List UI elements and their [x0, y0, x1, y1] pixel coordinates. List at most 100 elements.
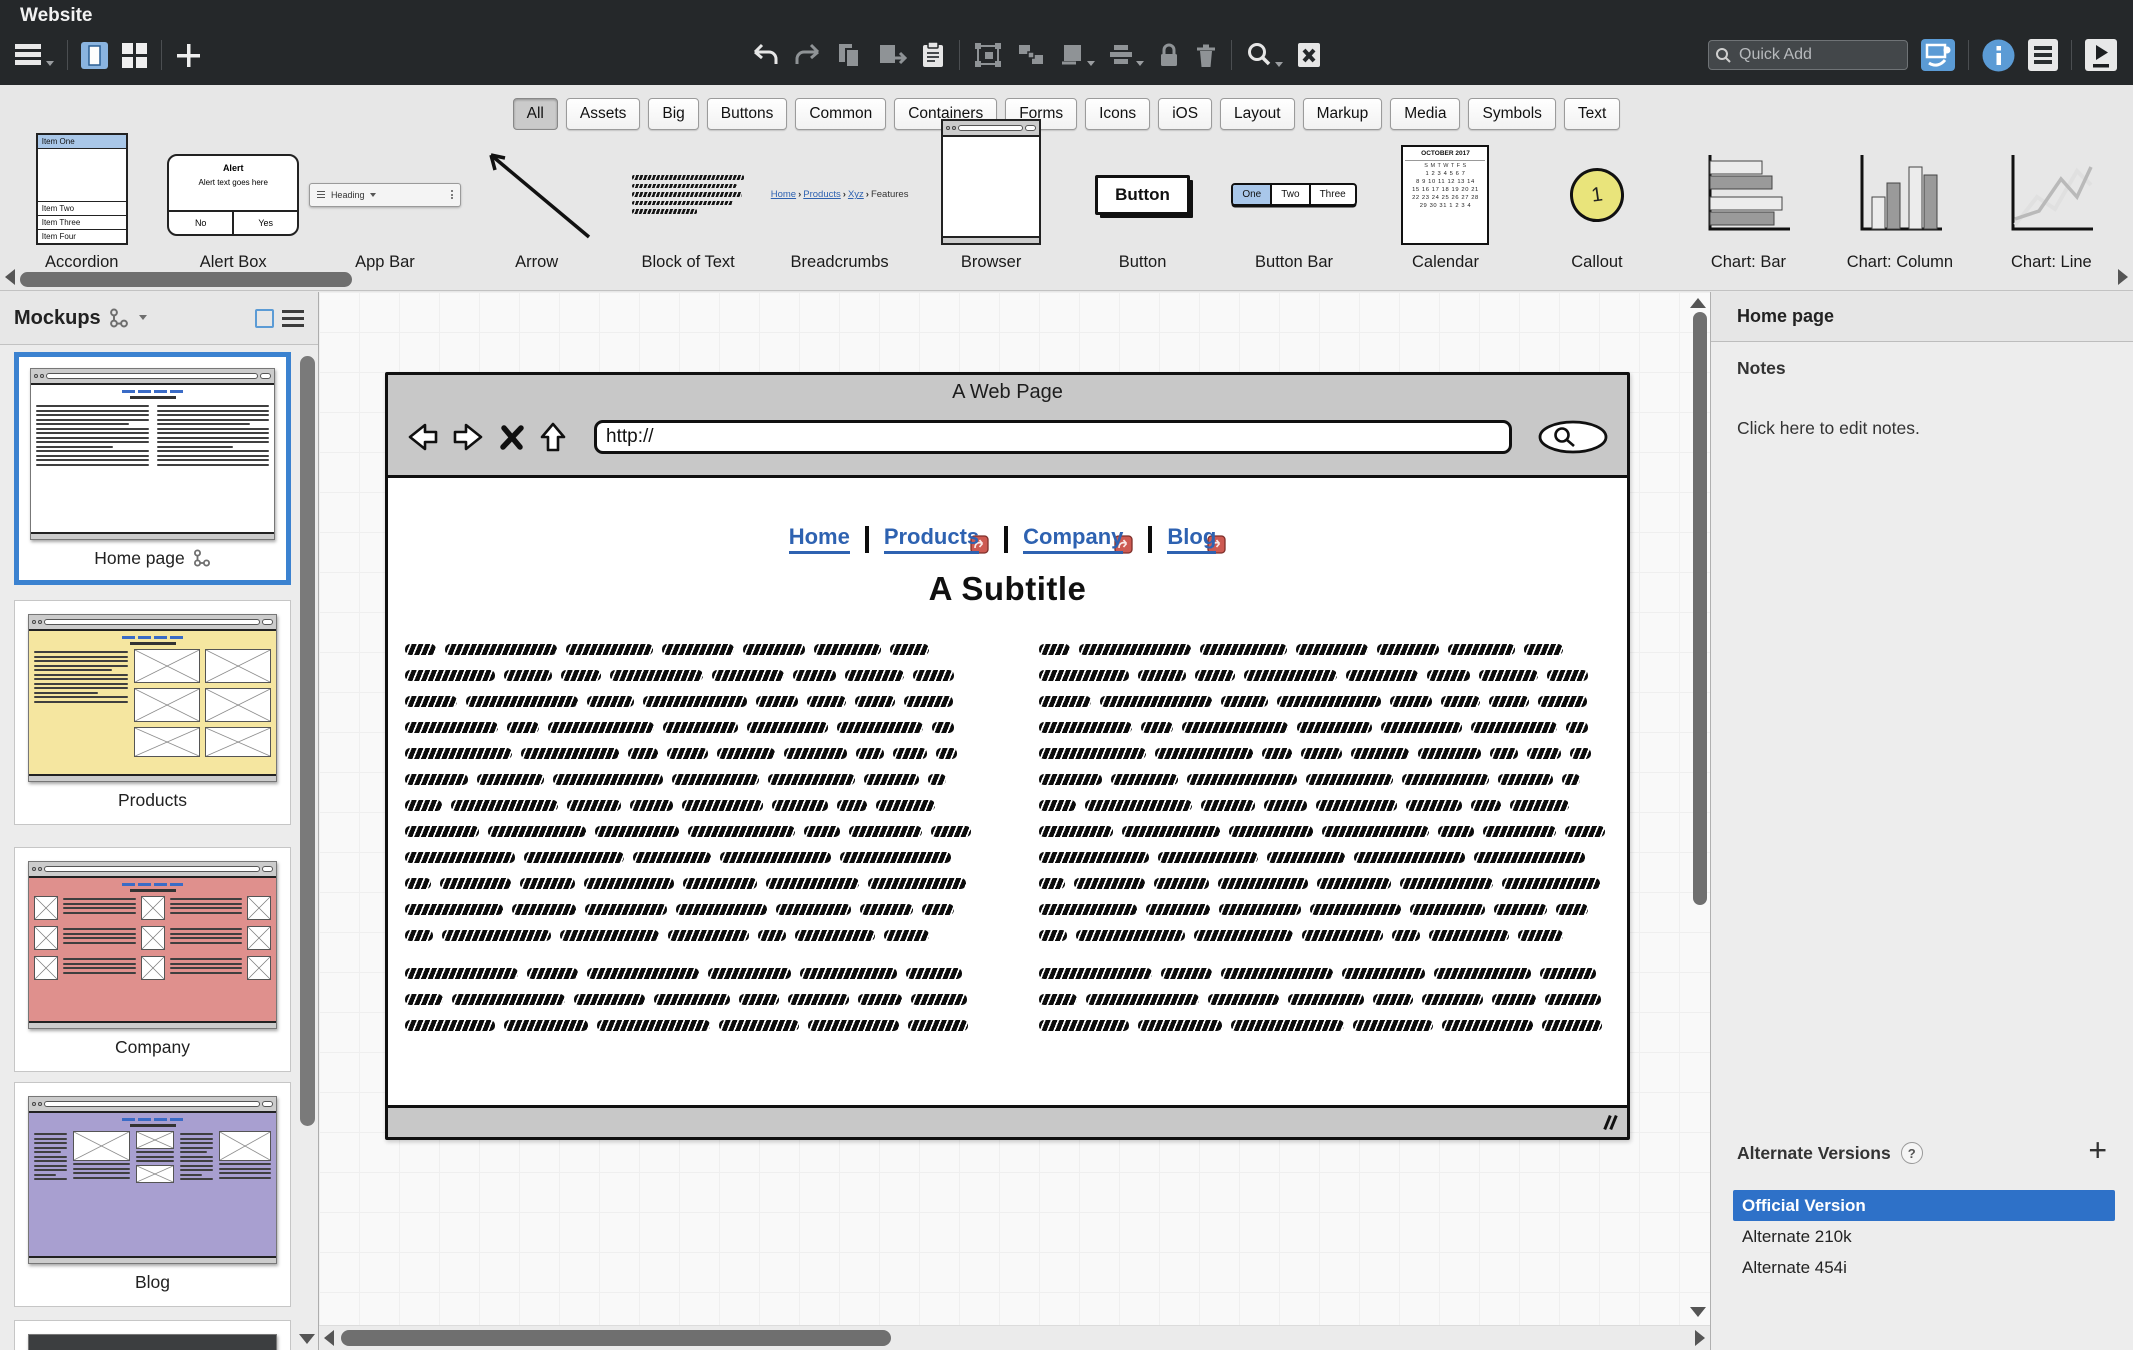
- nav-link-blog[interactable]: Blog: [1167, 524, 1216, 554]
- canvas-scroll-right[interactable]: [1695, 1330, 1705, 1346]
- hierarchy-icon[interactable]: [109, 308, 129, 328]
- paste-icon[interactable]: [920, 41, 946, 69]
- browser-title: A Web Page: [388, 381, 1627, 404]
- add-mockup-icon[interactable]: [175, 42, 202, 69]
- inspector-panel: Home page Notes Click here to edit notes…: [1710, 292, 2133, 1350]
- accordion-row: Item Two: [38, 201, 126, 215]
- library-item-chart-line[interactable]: Chart: Line: [1976, 144, 2127, 272]
- zoom-icon[interactable]: [1245, 41, 1283, 69]
- sidebar-scroll-down[interactable]: [299, 1334, 315, 1344]
- version-item-alt-210k[interactable]: Alternate 210k: [1733, 1221, 2115, 1252]
- mockup-thumb-partial[interactable]: [14, 1320, 291, 1350]
- library-category-tabs: All Assets Big Buttons Common Containers…: [0, 85, 2133, 140]
- notes-panel-icon[interactable]: [2028, 39, 2058, 71]
- thumbnail-view-icon[interactable]: [255, 309, 274, 328]
- app-bar-preview: Heading: [309, 144, 461, 245]
- nav-link-products[interactable]: Products: [884, 524, 979, 554]
- inspector-toggle-icon[interactable]: [1982, 39, 2015, 72]
- tab-layout[interactable]: Layout: [1220, 98, 1295, 130]
- present-icon[interactable]: [2085, 39, 2117, 71]
- canvas-hscrollbar-thumb[interactable]: [341, 1330, 891, 1346]
- tab-media[interactable]: Media: [1390, 98, 1460, 130]
- nav-link-home[interactable]: Home: [789, 524, 850, 554]
- order-icon[interactable]: [1059, 42, 1095, 68]
- library-scroll-right[interactable]: [2118, 269, 2128, 285]
- grid-view-icon[interactable]: [121, 42, 148, 69]
- library-item-callout[interactable]: 1 Callout: [1521, 144, 1672, 272]
- toolbar-separator: [1231, 40, 1232, 70]
- library-item-arrow[interactable]: Arrow: [461, 144, 612, 272]
- ui-library-toggle-icon[interactable]: [1921, 39, 1955, 71]
- mockup-thumb-blog[interactable]: Blog: [14, 1082, 291, 1307]
- canvas-scroll-down[interactable]: [1690, 1307, 1706, 1317]
- notes-edit-prompt[interactable]: Click here to edit notes.: [1737, 418, 1920, 439]
- ungroup-icon[interactable]: [1016, 41, 1046, 69]
- copy-icon[interactable]: [836, 41, 864, 69]
- main-menu-icon[interactable]: [14, 42, 54, 68]
- library-item-chart-bar[interactable]: Chart: Bar: [1673, 144, 1824, 272]
- library-item-app-bar[interactable]: Heading App Bar: [309, 144, 461, 272]
- mockups-sidebar: Mockups Home page: [0, 292, 319, 1350]
- library-scroll-left[interactable]: [5, 269, 15, 285]
- library-item-alert-box[interactable]: Alert Alert text goes here NoYes Alert B…: [157, 144, 308, 272]
- library-item-accordion[interactable]: Item One Item Two Item Three Item Four A…: [6, 144, 157, 272]
- text-block-left[interactable]: [405, 644, 977, 1046]
- canvas-scroll-left[interactable]: [324, 1330, 334, 1346]
- canvas-scroll-up[interactable]: [1690, 298, 1706, 308]
- undo-icon[interactable]: [750, 41, 780, 69]
- back-arrow-icon: [404, 422, 440, 452]
- sidebar-scrollbar-thumb[interactable]: [300, 356, 315, 1126]
- library-item-breadcrumbs[interactable]: Home›Products›Xyz›Features Breadcrumbs: [764, 144, 915, 272]
- add-version-button[interactable]: +: [2088, 1134, 2107, 1166]
- mockup-thumb-products[interactable]: Products: [14, 600, 291, 825]
- mockups-header: Mockups: [0, 292, 318, 345]
- trash-icon[interactable]: [1194, 42, 1218, 69]
- text-block-right[interactable]: [1039, 644, 1611, 1046]
- hierarchy-caret-icon: [139, 315, 147, 320]
- tab-assets[interactable]: Assets: [566, 98, 641, 130]
- nav-links[interactable]: Home Products Company Blog: [388, 524, 1627, 554]
- toolbar-left: [14, 32, 202, 78]
- group-icon[interactable]: [973, 41, 1003, 69]
- toolbar-separator: [959, 40, 960, 70]
- align-icon[interactable]: [1108, 42, 1144, 68]
- tab-buttons[interactable]: Buttons: [707, 98, 788, 130]
- hierarchy-icon[interactable]: [193, 549, 211, 567]
- nav-link-company[interactable]: Company: [1023, 524, 1123, 554]
- forward-arrow-icon: [451, 422, 487, 452]
- calendar-preview: OCTOBER 2017 S M T W T F S 1 2 3 4 5 6 7…: [1401, 144, 1489, 245]
- library-scrollbar-thumb[interactable]: [20, 272, 352, 287]
- help-icon[interactable]: ?: [1901, 1142, 1923, 1164]
- library-item-chart-column[interactable]: Chart: Column: [1824, 144, 1975, 272]
- list-view-icon[interactable]: [282, 310, 304, 327]
- page-subtitle[interactable]: A Subtitle: [388, 570, 1627, 608]
- tab-ios[interactable]: iOS: [1158, 98, 1212, 130]
- tab-symbols[interactable]: Symbols: [1468, 98, 1555, 130]
- tab-icons[interactable]: Icons: [1085, 98, 1150, 130]
- toolbar-separator: [67, 40, 68, 70]
- mockup-thumb-home-page[interactable]: Home page: [14, 352, 291, 585]
- library-item-button[interactable]: Button Button: [1067, 144, 1218, 272]
- mockup-thumb-company[interactable]: Company: [14, 847, 291, 1072]
- lock-icon[interactable]: [1157, 42, 1181, 69]
- redo-icon[interactable]: [793, 41, 823, 69]
- library-item-browser[interactable]: Browser: [915, 144, 1066, 272]
- duplicate-icon[interactable]: [877, 41, 907, 69]
- editor-canvas[interactable]: A Web Page http:// Home Products: [319, 292, 1710, 1350]
- single-view-icon[interactable]: [81, 42, 108, 69]
- library-item-block-of-text[interactable]: Block of Text: [612, 144, 763, 272]
- canvas-vscrollbar-thumb[interactable]: [1693, 312, 1707, 905]
- hide-markup-icon[interactable]: [1296, 41, 1322, 69]
- tab-text[interactable]: Text: [1564, 98, 1620, 130]
- library-item-button-bar[interactable]: OneTwoThree Button Bar: [1218, 144, 1369, 272]
- quick-add-input[interactable]: [1708, 40, 1908, 70]
- library-item-calendar[interactable]: OCTOBER 2017 S M T W T F S 1 2 3 4 5 6 7…: [1370, 144, 1521, 272]
- tab-all[interactable]: All: [513, 98, 558, 130]
- tab-markup[interactable]: Markup: [1303, 98, 1383, 130]
- version-item-alt-454i[interactable]: Alternate 454i: [1733, 1252, 2115, 1283]
- browser-window-widget[interactable]: A Web Page http:// Home Products: [385, 372, 1630, 1140]
- version-item-official[interactable]: Official Version: [1733, 1190, 2115, 1221]
- tab-common[interactable]: Common: [795, 98, 886, 130]
- callout-preview: 1: [1570, 144, 1624, 245]
- tab-big[interactable]: Big: [648, 98, 698, 130]
